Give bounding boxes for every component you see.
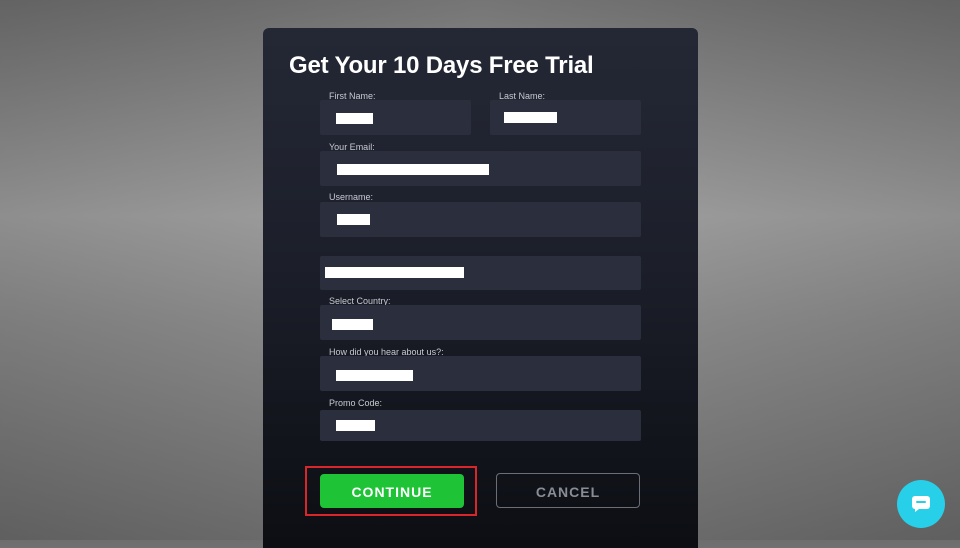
chat-bubble-icon bbox=[912, 496, 930, 512]
redacted-value bbox=[336, 370, 413, 381]
redacted-value bbox=[504, 112, 557, 123]
last-name-field[interactable] bbox=[490, 100, 641, 135]
promo-code-field[interactable] bbox=[320, 410, 641, 441]
username-field[interactable] bbox=[320, 202, 641, 237]
redacted-value bbox=[337, 214, 370, 225]
redacted-value bbox=[336, 113, 373, 124]
email-field[interactable] bbox=[320, 151, 641, 186]
redacted-value bbox=[332, 319, 373, 330]
cancel-button[interactable]: CANCEL bbox=[496, 473, 640, 508]
hear-about-select[interactable] bbox=[320, 356, 641, 391]
continue-button[interactable]: CONTINUE bbox=[320, 474, 464, 508]
redacted-value bbox=[336, 420, 375, 431]
phone-field[interactable] bbox=[320, 256, 641, 290]
username-label: Username: bbox=[329, 192, 374, 202]
promo-code-label: Promo Code: bbox=[329, 398, 383, 408]
first-name-field[interactable] bbox=[320, 100, 471, 135]
chat-button[interactable] bbox=[897, 480, 945, 528]
redacted-value bbox=[325, 267, 464, 278]
modal-title: Get Your 10 Days Free Trial bbox=[289, 52, 594, 79]
free-trial-modal: Get Your 10 Days Free Trial First Name: … bbox=[263, 28, 698, 548]
country-select[interactable] bbox=[320, 305, 641, 340]
redacted-value bbox=[337, 164, 489, 175]
